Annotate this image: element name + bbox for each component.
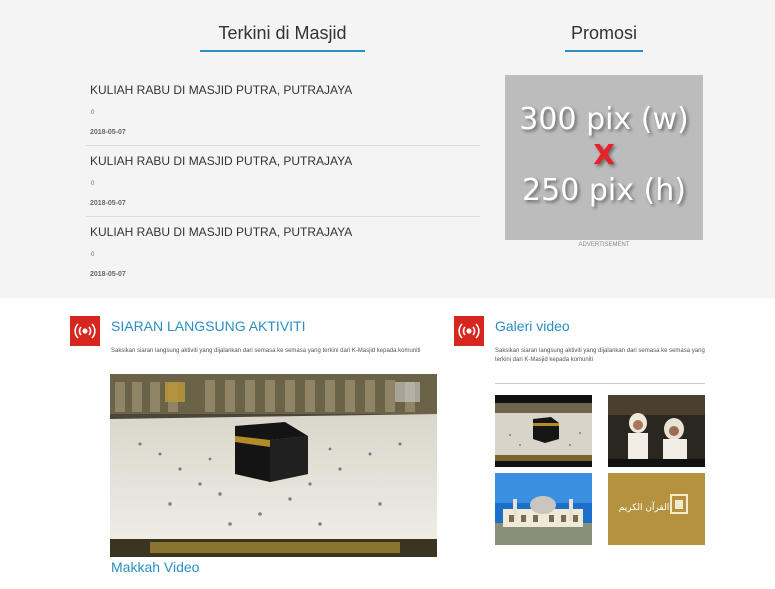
news-item-count: 0 <box>91 110 95 116</box>
advertisement-banner[interactable]: 300 pix (w) X 250 pix (h) <box>505 75 703 240</box>
promo-title-underline <box>565 50 643 52</box>
gallery-section-description: Saksikan siaran langsung aktiviti yang d… <box>495 348 705 363</box>
gallery-thumbnail[interactable]: القرآن الكريم <box>608 473 705 545</box>
news-item[interactable]: KULIAH RABU DI MASJID PUTRA, PUTRAJAYA 0… <box>86 146 480 217</box>
news-item[interactable]: KULIAH RABU DI MASJID PUTRA, PUTRAJAYA 0… <box>86 217 480 288</box>
news-section-title: Terkini di Masjid <box>218 23 347 43</box>
live-section-description: Saksikan siaran langsung aktiviti yang d… <box>111 348 421 354</box>
quran-logo-text: القرآن الكريم <box>618 503 670 513</box>
ad-width-text: 300 pix (w) <box>519 102 689 137</box>
news-item[interactable]: KULIAH RABU DI MASJID PUTRA, PUTRAJAYA 0… <box>86 75 480 146</box>
promo-section-title: Promosi <box>570 23 637 43</box>
live-section-title[interactable]: SIARAN LANGSUNG AKTIVITI <box>111 318 306 334</box>
news-item-count: 0 <box>91 252 95 258</box>
news-item-date: 2018-05-07 <box>90 271 126 278</box>
news-item-count: 0 <box>91 181 95 187</box>
news-item-title[interactable]: KULIAH RABU DI MASJID PUTRA, PUTRAJAYA <box>90 83 352 97</box>
news-item-date: 2018-05-07 <box>90 200 126 207</box>
ad-height-text: 250 pix (h) <box>522 173 686 208</box>
gallery-thumbnail[interactable] <box>495 395 592 467</box>
news-item-date: 2018-05-07 <box>90 129 126 136</box>
makkah-video-player[interactable] <box>110 374 437 557</box>
news-title-underline <box>200 50 365 52</box>
advertisement-label: ADVERTISEMENT <box>578 242 630 248</box>
gallery-broadcast-icon <box>454 316 484 346</box>
video-caption[interactable]: Makkah Video <box>111 559 199 575</box>
news-item-title[interactable]: KULIAH RABU DI MASJID PUTRA, PUTRAJAYA <box>90 225 352 239</box>
ad-x-text: X <box>593 138 615 171</box>
live-broadcast-icon <box>70 316 100 346</box>
gallery-thumbnail[interactable] <box>608 395 705 467</box>
gallery-thumbnail[interactable] <box>495 473 592 545</box>
gallery-divider <box>495 383 705 384</box>
news-item-title[interactable]: KULIAH RABU DI MASJID PUTRA, PUTRAJAYA <box>90 154 352 168</box>
gallery-section-title[interactable]: Galeri video <box>495 318 570 334</box>
